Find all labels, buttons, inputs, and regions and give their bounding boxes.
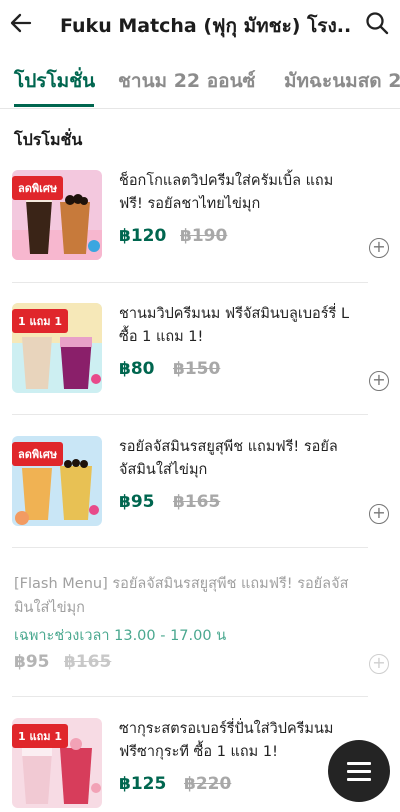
- add-item-icon[interactable]: +: [369, 238, 389, 258]
- divider: [12, 547, 368, 548]
- promo-badge: ลดพิเศษ: [12, 176, 64, 200]
- item-price: ฿95: [119, 492, 155, 512]
- category-tabs: โปรโมชั่น ชานม 22 ออนซ์ มัทฉะนมสด 2: [0, 52, 400, 109]
- search-icon[interactable]: [364, 10, 390, 36]
- section-title: โปรโมชั่น: [14, 130, 83, 149]
- top-bar: Fuku Matcha (ฟุกุ มัทชะ) โรง...: [0, 0, 400, 50]
- active-tab-indicator: [14, 104, 94, 107]
- menu-item[interactable]: ลดพิเศษ รอยัลจัสมินรสยูสุพีช แถมฟรี! รอย…: [12, 436, 389, 546]
- item-price: ฿95: [14, 652, 50, 672]
- divider: [12, 282, 368, 283]
- tab-promotion[interactable]: โปรโมชั่น: [14, 66, 95, 96]
- menu-item[interactable]: 1 แถม 1 ซากุระสตรอเบอร์รี่ปั่นใส่วิปครีม…: [12, 718, 368, 812]
- item-image: 1 แถม 1: [12, 303, 102, 393]
- item-name: รอยัลจัสมินรสยูสุพีช แถมฟรี! รอยัลจัสมิน…: [119, 439, 338, 478]
- item-name: [Flash Menu] รอยัลจัสมินรสยูสุพีช แถมฟรี…: [14, 576, 349, 616]
- item-old-price: ฿220: [184, 774, 232, 794]
- item-image: ลดพิเศษ: [12, 170, 102, 260]
- menu-item[interactable]: 1 แถม 1 ชานมวิปครีมนม ฟรีจัสมินบลูเบอร์ร…: [12, 303, 389, 413]
- item-price: ฿80: [119, 359, 155, 379]
- item-old-price: ฿165: [64, 652, 112, 672]
- item-price: ฿125: [119, 774, 167, 794]
- item-old-price: ฿165: [173, 492, 221, 512]
- item-old-price: ฿190: [180, 226, 228, 246]
- divider: [12, 414, 368, 415]
- add-item-icon[interactable]: +: [369, 654, 389, 674]
- menu-item[interactable]: ลดพิเศษ ช็อกโกแลตวิปครีมใส่ครัมเบิ้ล แถม…: [12, 170, 389, 280]
- item-name: ช็อกโกแลตวิปครีมใส่ครัมเบิ้ล แถมฟรี! รอย…: [119, 173, 334, 212]
- tab-milk-tea-22oz[interactable]: ชานม 22 ออนซ์: [118, 66, 255, 96]
- hamburger-menu-icon-line: [347, 770, 371, 773]
- promo-badge: ลดพิเศษ: [12, 442, 64, 466]
- divider: [12, 696, 368, 697]
- add-item-icon[interactable]: +: [369, 504, 389, 524]
- page-title: Fuku Matcha (ฟุกุ มัทชะ) โรง...: [60, 15, 350, 37]
- hamburger-menu-icon-line: [347, 778, 371, 781]
- hamburger-menu-icon: [347, 762, 371, 765]
- add-item-icon[interactable]: +: [369, 371, 389, 391]
- item-image: 1 แถม 1: [12, 718, 102, 808]
- item-old-price: ฿150: [173, 359, 221, 379]
- promo-badge: 1 แถม 1: [12, 309, 68, 333]
- item-name: ชานมวิปครีมนม ฟรีจัสมินบลูเบอร์รี่ L ซื้…: [119, 306, 350, 345]
- availability-time: เฉพาะช่วงเวลา 13.00 - 17.00 น: [14, 628, 227, 644]
- item-price: ฿120: [119, 226, 167, 246]
- tab-matcha-fresh-milk[interactable]: มัทฉะนมสด 2: [284, 66, 400, 96]
- item-image: ลดพิเศษ: [12, 436, 102, 526]
- back-arrow-icon[interactable]: [8, 10, 34, 36]
- menu-fab-button[interactable]: [328, 740, 390, 802]
- item-name: ซากุระสตรอเบอร์รี่ปั่นใส่วิปครีมนม ฟรีซา…: [119, 721, 334, 760]
- promo-badge: 1 แถม 1: [12, 724, 68, 748]
